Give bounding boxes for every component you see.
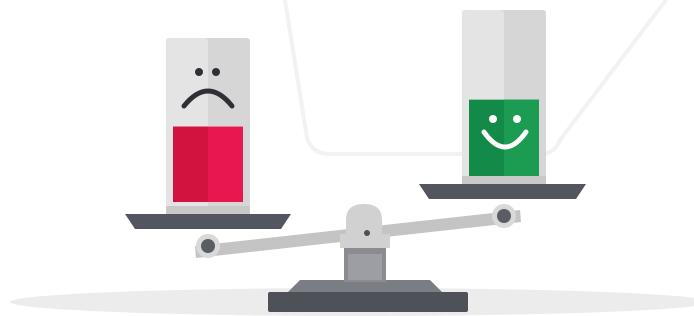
scale-scene bbox=[10, 0, 694, 316]
left-liquid-shade bbox=[173, 126, 208, 202]
right-pan-group bbox=[419, 10, 586, 199]
left-pan-group bbox=[125, 38, 291, 229]
right-pan bbox=[419, 184, 586, 199]
right-glass-base bbox=[462, 176, 546, 184]
stand-neck-highlight bbox=[348, 254, 382, 280]
left-glass-base bbox=[166, 206, 250, 214]
scale-base bbox=[268, 248, 468, 312]
left-pan bbox=[125, 214, 291, 229]
pivot-pin bbox=[364, 230, 370, 236]
base-plate bbox=[268, 292, 468, 312]
pivot-body bbox=[340, 234, 390, 248]
right-joint bbox=[497, 209, 511, 223]
base-top bbox=[286, 280, 444, 294]
balance-illustration bbox=[0, 0, 694, 316]
left-joint bbox=[201, 239, 215, 253]
